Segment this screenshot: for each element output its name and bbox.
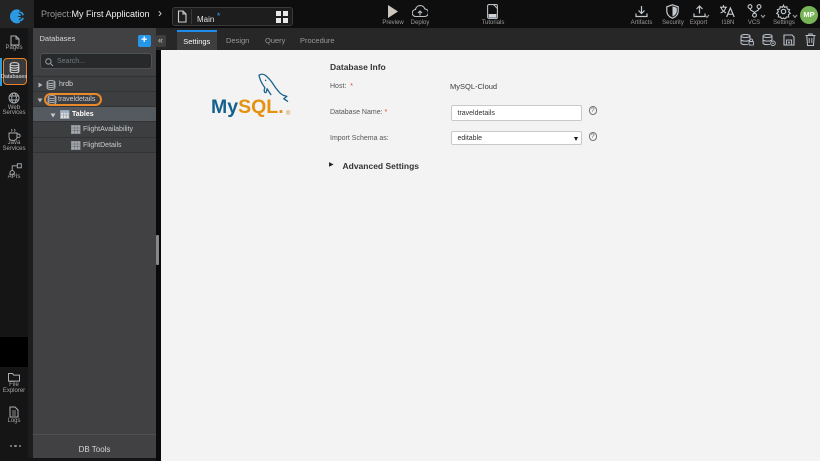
svg-text:®: ® xyxy=(286,110,291,117)
svg-text:MySQL.: MySQL. xyxy=(211,96,284,118)
